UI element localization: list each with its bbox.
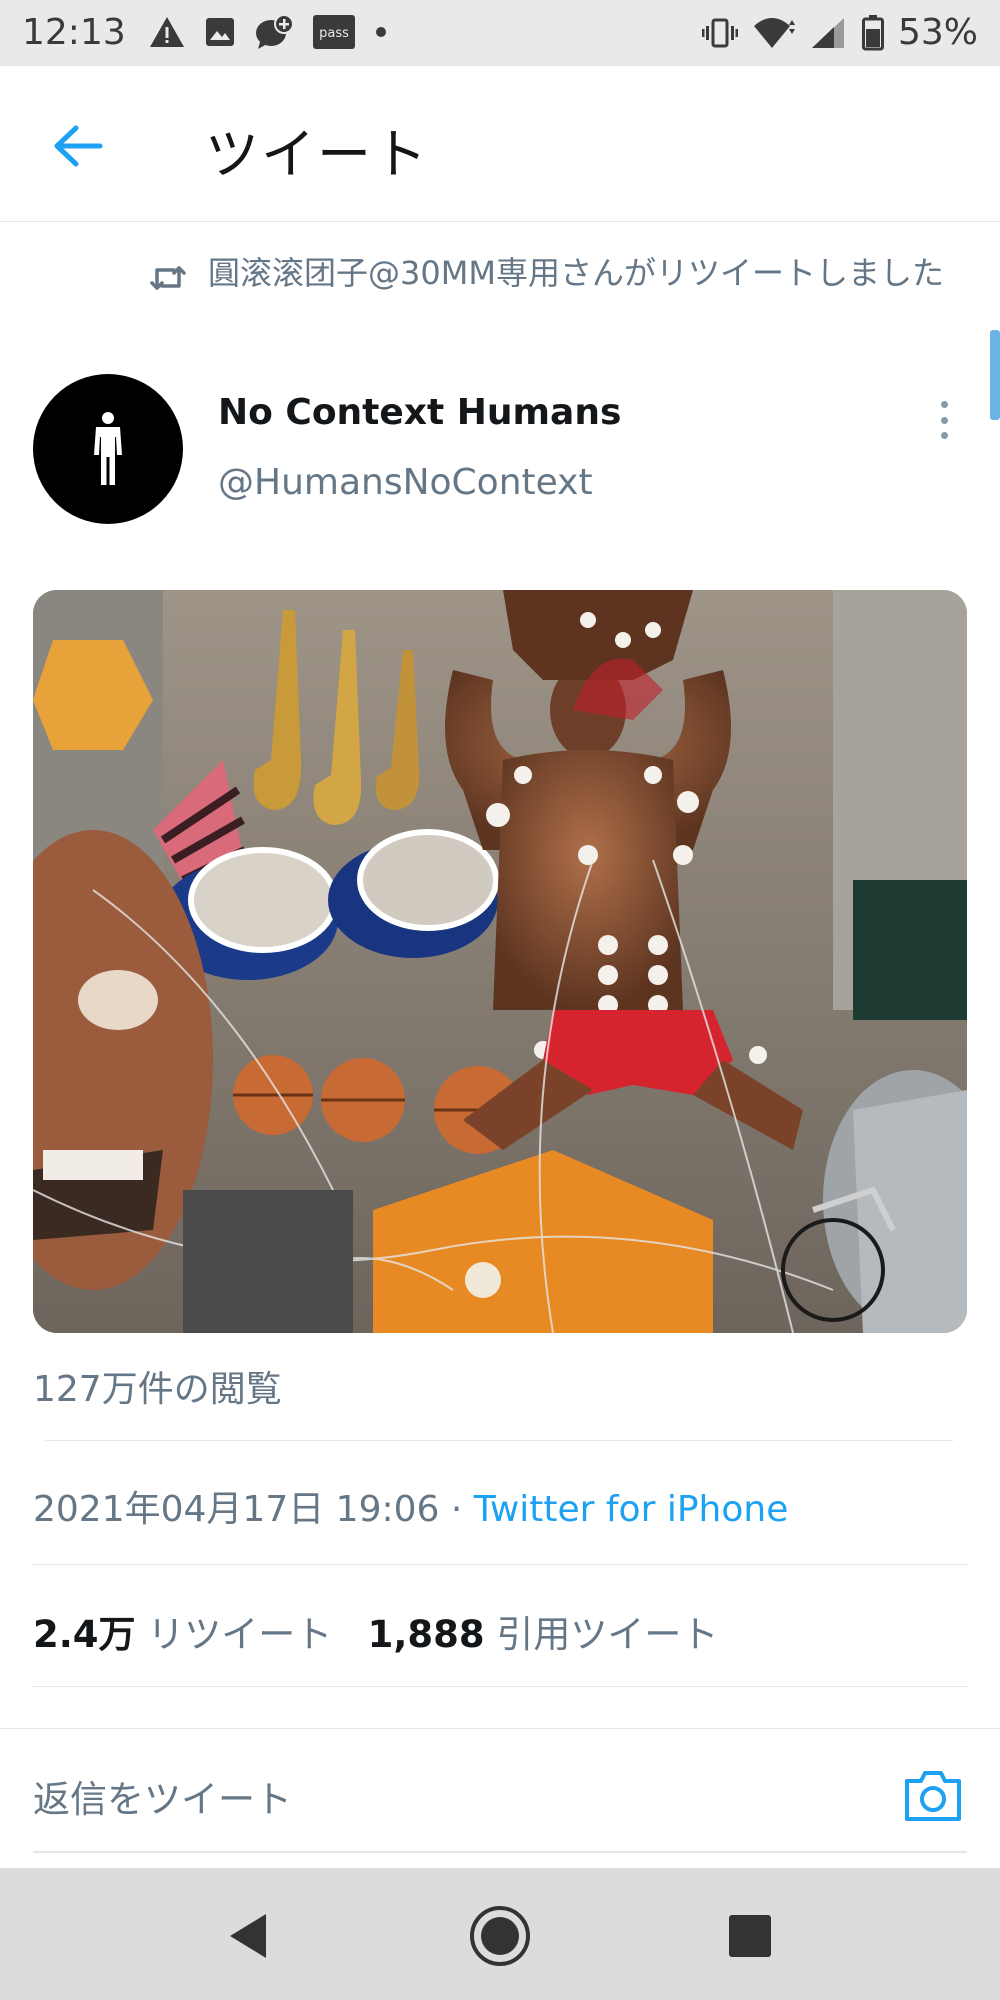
pass-label: pass — [319, 26, 349, 41]
back-button[interactable] — [48, 116, 108, 176]
nav-recents-button[interactable] — [718, 1904, 782, 1968]
page-title: ツイート — [205, 123, 429, 186]
divider — [33, 1686, 967, 1687]
reply-input[interactable]: 返信をツイート — [33, 1769, 292, 1823]
home-circle-icon — [470, 1906, 530, 1966]
nav-home-button[interactable] — [468, 1904, 532, 1968]
author-name[interactable]: No Context Humans — [218, 392, 621, 433]
tweet-source-link[interactable]: Twitter for iPhone — [474, 1489, 789, 1530]
camera-button[interactable] — [903, 1767, 963, 1823]
nav-back-button[interactable] — [216, 1904, 280, 1968]
view-count: 127万件の閲覧 — [33, 1369, 282, 1410]
avatar[interactable] — [33, 374, 183, 524]
app-bar: ツイート — [0, 66, 1000, 222]
quote-tweets-link[interactable]: 1,888 引用ツイート — [368, 1613, 719, 1656]
person-icon — [94, 412, 122, 485]
more-dot-icon — [940, 401, 948, 408]
wifi-icon — [752, 16, 796, 50]
more-dot-icon — [940, 432, 948, 439]
media-illustration — [33, 590, 967, 1333]
battery-percent: 53% — [897, 12, 978, 53]
status-bar: 12:13 pass 53% — [0, 0, 1000, 66]
retweet-context-text: 圓滚滚团子@30MM専用さんがリツイートしました — [208, 254, 944, 292]
tweet-timestamp: 2021年04月17日 19:06 · Twitter for iPhone — [33, 1480, 788, 1532]
quote-label: 引用ツイート — [496, 1613, 719, 1656]
system-nav-bar — [0, 1868, 1000, 2000]
system-icons: 53% — [701, 12, 978, 53]
dot-icon — [374, 25, 388, 39]
status-time: 12:13 — [22, 12, 126, 53]
retweet-label: リツイート — [147, 1613, 333, 1656]
vibrate-icon — [701, 17, 738, 49]
camera-icon — [905, 1771, 961, 1821]
notification-icons: pass — [148, 14, 388, 50]
tweet-date: 2021年04月17日 19:06 — [33, 1489, 440, 1530]
reply-underline — [33, 1851, 967, 1853]
reply-bar: 返信をツイート — [0, 1728, 1000, 1853]
retweet-context[interactable]: 圓滚滚团子@30MM専用さんがリツイートしました — [148, 252, 978, 298]
image-icon — [204, 16, 236, 48]
engagement-counts: 2.4万 リツイート 1,888 引用ツイート — [33, 1604, 718, 1658]
more-dot-icon — [940, 416, 948, 424]
timestamp-separator: · — [439, 1489, 474, 1530]
battery-icon — [861, 14, 884, 51]
tweet-media-image[interactable] — [33, 590, 967, 1333]
back-arrow-icon — [54, 125, 103, 167]
quote-count: 1,888 — [367, 1613, 485, 1656]
triangle-back-icon — [230, 1914, 266, 1958]
square-recents-icon — [729, 1915, 771, 1957]
signal-icon — [810, 16, 848, 50]
author-handle[interactable]: @HumansNoContext — [218, 462, 593, 503]
divider — [45, 1440, 953, 1441]
chat-add-icon — [254, 14, 294, 50]
retweet-icon — [150, 266, 186, 290]
retweets-link[interactable]: 2.4万 リツイート — [33, 1613, 332, 1656]
more-options-button[interactable] — [930, 395, 958, 445]
warning-icon — [148, 15, 186, 49]
scrollbar-thumb[interactable] — [990, 330, 1000, 420]
retweet-count: 2.4万 — [33, 1613, 136, 1656]
divider — [33, 1564, 967, 1565]
pass-icon: pass — [312, 14, 356, 50]
